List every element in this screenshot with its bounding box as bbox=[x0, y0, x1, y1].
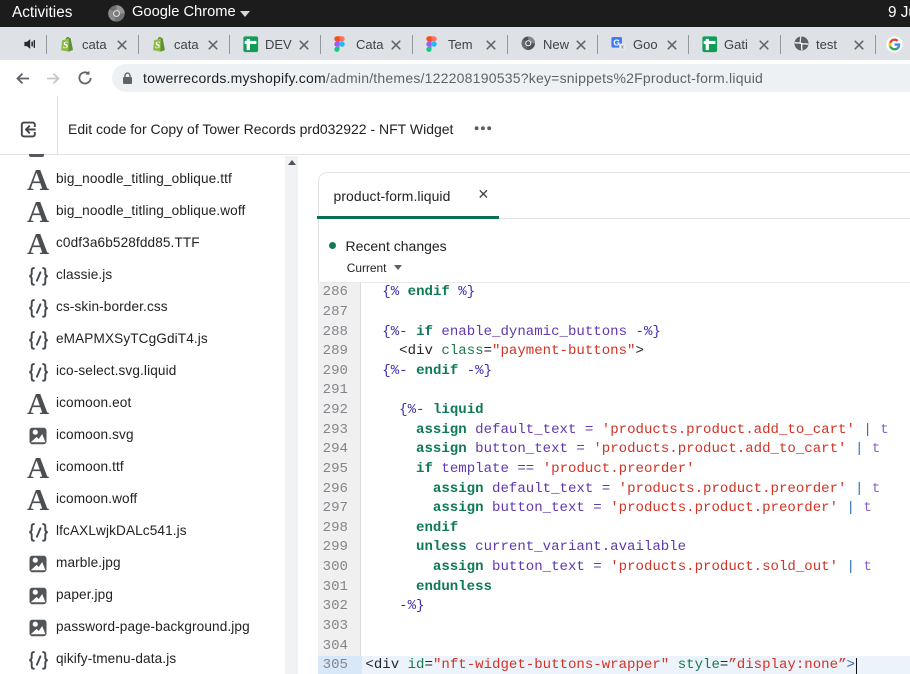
svg-text:x: x bbox=[621, 45, 624, 51]
svg-text:G: G bbox=[613, 37, 620, 47]
svg-text:S: S bbox=[63, 41, 69, 51]
svg-text:S: S bbox=[155, 41, 161, 51]
